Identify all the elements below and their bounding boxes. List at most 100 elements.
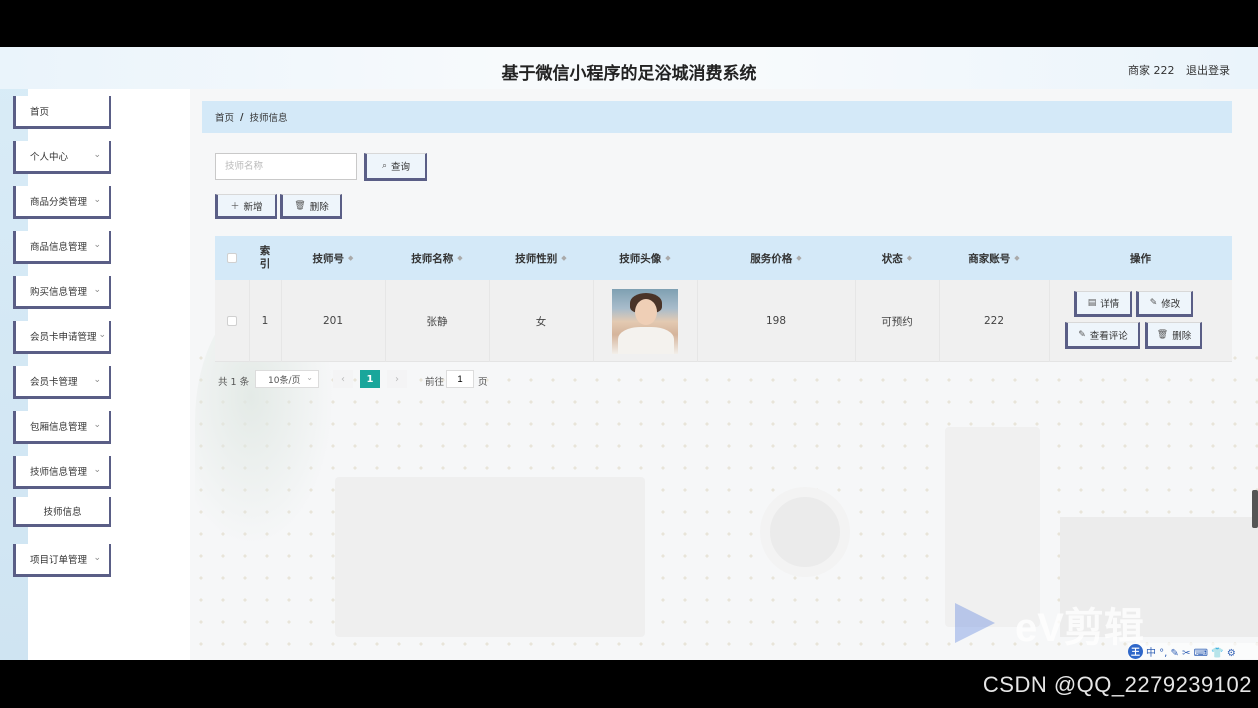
cell-index: 1 [261, 315, 269, 327]
column-header-label: 技师性别 [515, 252, 558, 265]
batch-delete-button[interactable]: 🗑 删除 [280, 194, 342, 219]
sort-icon: ◆ [1014, 254, 1020, 262]
sidebar-item-label: 项目订单管理 [30, 555, 88, 566]
column-header-label: 状态 [881, 252, 903, 265]
search-button[interactable]: ⌕ 查询 [364, 153, 427, 181]
sidebar-item-card[interactable]: 会员卡管理 ⌄ [13, 366, 111, 399]
chevron-down-icon: ⌄ [93, 195, 101, 205]
cell-merchant-account: 222 [983, 315, 1005, 327]
column-header-merchant[interactable]: 商家账号 ◆ [939, 236, 1049, 280]
avatar-face [635, 298, 657, 325]
search-icon: ⌕ [381, 161, 388, 171]
sidebar-item-technician[interactable]: 技师信息管理 ⌄ [13, 456, 111, 489]
column-header-index-line1: 索 [259, 245, 271, 257]
column-header-index: 索 引 [249, 236, 281, 280]
sidebar-item-purchase[interactable]: 购买信息管理 ⌄ [13, 276, 111, 309]
column-header-label: 商家账号 [968, 252, 1011, 265]
column-header-index-line2: 引 [259, 258, 271, 270]
chevron-down-icon: ⌄ [93, 150, 101, 160]
page-size-value: 10条/页 [268, 375, 301, 386]
goto-label: 前往 [425, 377, 445, 388]
next-page-button[interactable]: › [387, 370, 407, 388]
sidebar-item-label: 包厢信息管理 [30, 422, 88, 433]
chevron-down-icon: ⌄ [93, 420, 101, 430]
side-scroll-tab[interactable] [1252, 490, 1258, 528]
search-button-label: 查询 [391, 162, 411, 173]
header: 基于微信小程序的足浴城消费系统 商家 222 退出登录 [0, 47, 1258, 89]
sidebar-item-home[interactable]: 首页 [13, 96, 111, 129]
submenu-item-label: 技师信息 [43, 506, 82, 518]
ime-status-icons[interactable]: 中 °, ✎ ✂ ⌨ 👕 ⚙ [1146, 644, 1236, 659]
sidebar-item-label: 首页 [30, 107, 50, 118]
submenu-item-technician-info[interactable]: 技师信息 [13, 497, 111, 527]
sidebar-item-room[interactable]: 包厢信息管理 ⌄ [13, 411, 111, 444]
sort-icon: ◆ [796, 254, 802, 262]
column-header-name[interactable]: 技师名称 ◆ [385, 236, 489, 280]
sidebar-item-personal-center[interactable]: 个人中心 ⌄ [13, 141, 111, 174]
logout-link[interactable]: 退出登录 [1186, 62, 1230, 78]
sort-icon: ◆ [348, 254, 354, 262]
cell-avatar [593, 280, 697, 362]
column-header-label: 技师头像 [619, 252, 662, 265]
add-button[interactable]: ＋ 新增 [215, 194, 277, 219]
sidebar-item-product[interactable]: 商品信息管理 ⌄ [13, 231, 111, 264]
cell-price: 198 [765, 315, 787, 327]
row-delete-button[interactable]: 🗑 删除 [1145, 322, 1202, 349]
document-icon: ▤ [1087, 298, 1097, 308]
view-comments-button[interactable]: ✎ 查看评论 [1065, 322, 1140, 349]
column-header-status[interactable]: 状态 ◆ [855, 236, 939, 280]
chevron-down-icon: ⌄ [93, 465, 101, 475]
ime-toolbar: 王 中 °, ✎ ✂ ⌨ 👕 ⚙ [1128, 643, 1258, 659]
sort-icon: ◆ [906, 254, 913, 262]
breadcrumb-home[interactable]: 首页 [215, 110, 234, 124]
view-comments-button-label: 查看评论 [1089, 330, 1128, 342]
detail-button-label: 详情 [1100, 299, 1120, 310]
background-ring [760, 487, 850, 577]
trash-icon: 🗑 [294, 200, 306, 211]
column-header-gender[interactable]: 技师性别 ◆ [489, 236, 593, 280]
column-header-label: 操作 [1130, 252, 1151, 265]
app-window: 基于微信小程序的足浴城消费系统 商家 222 退出登录 首页 个人中心 ⌄ 商品… [0, 47, 1258, 660]
row-delete-button-label: 删除 [1172, 330, 1192, 342]
sidebar-item-card-apply[interactable]: 会员卡申请管理 ⌄ [13, 321, 111, 354]
edit-button[interactable]: ✎ 修改 [1136, 291, 1193, 317]
ev-play-icon [955, 603, 995, 643]
ev-watermark: eV剪辑 [1015, 606, 1144, 650]
column-header-avatar[interactable]: 技师头像 ◆ [593, 236, 697, 280]
select-all-checkbox[interactable] [227, 253, 237, 263]
chevron-down-icon: ⌄ [306, 373, 313, 382]
prev-page-button[interactable]: ‹ [333, 370, 353, 388]
sidebar-item-orders[interactable]: 项目订单管理 ⌄ [13, 544, 111, 577]
table-header: 索 引 技师号 ◆ 技师名称 ◆ 技师性别 ◆ 技师头像 ◆ 服务价格 ◆ 状态 ◆ 商 [215, 236, 1232, 280]
select-all-cell [215, 236, 249, 280]
chevron-down-icon: ⌄ [93, 375, 101, 385]
column-header-tech-no[interactable]: 技师号 ◆ [281, 236, 385, 280]
page-unit-label: 页 [478, 377, 488, 388]
add-button-label: 新增 [243, 201, 263, 213]
column-header-actions: 操作 [1049, 236, 1232, 280]
breadcrumb-current: 技师信息 [249, 113, 288, 124]
ime-logo-icon[interactable]: 王 [1128, 643, 1143, 659]
sidebar-item-category[interactable]: 商品分类管理 ⌄ [13, 186, 111, 219]
goto-page-input[interactable] [446, 370, 474, 388]
page-size-select[interactable]: 10条/页 ⌄ [255, 370, 319, 388]
plus-icon: ＋ [230, 202, 240, 212]
page-number-current[interactable]: 1 [360, 370, 380, 388]
row-select-cell [215, 280, 249, 362]
cell-tech-no: 201 [322, 315, 344, 327]
chevron-down-icon: ⌄ [93, 240, 101, 250]
row-checkbox[interactable] [227, 316, 237, 326]
search-input[interactable] [215, 153, 357, 180]
sidebar-item-label: 购买信息管理 [30, 287, 88, 298]
technician-avatar-image[interactable] [612, 288, 678, 354]
csdn-watermark: CSDN @QQ_2279239102 [982, 672, 1252, 697]
detail-button[interactable]: ▤ 详情 [1074, 291, 1132, 317]
chevron-down-icon: ⌄ [93, 553, 101, 563]
pagination-total: 共 1 条 [218, 377, 250, 388]
column-header-price[interactable]: 服务价格 ◆ [697, 236, 855, 280]
sidebar-item-label: 会员卡管理 [30, 377, 78, 388]
trash-icon: 🗑 [1156, 329, 1169, 340]
sort-icon: ◆ [561, 254, 567, 262]
chevron-down-icon: ⌄ [98, 330, 106, 340]
edit-button-label: 修改 [1161, 299, 1181, 310]
